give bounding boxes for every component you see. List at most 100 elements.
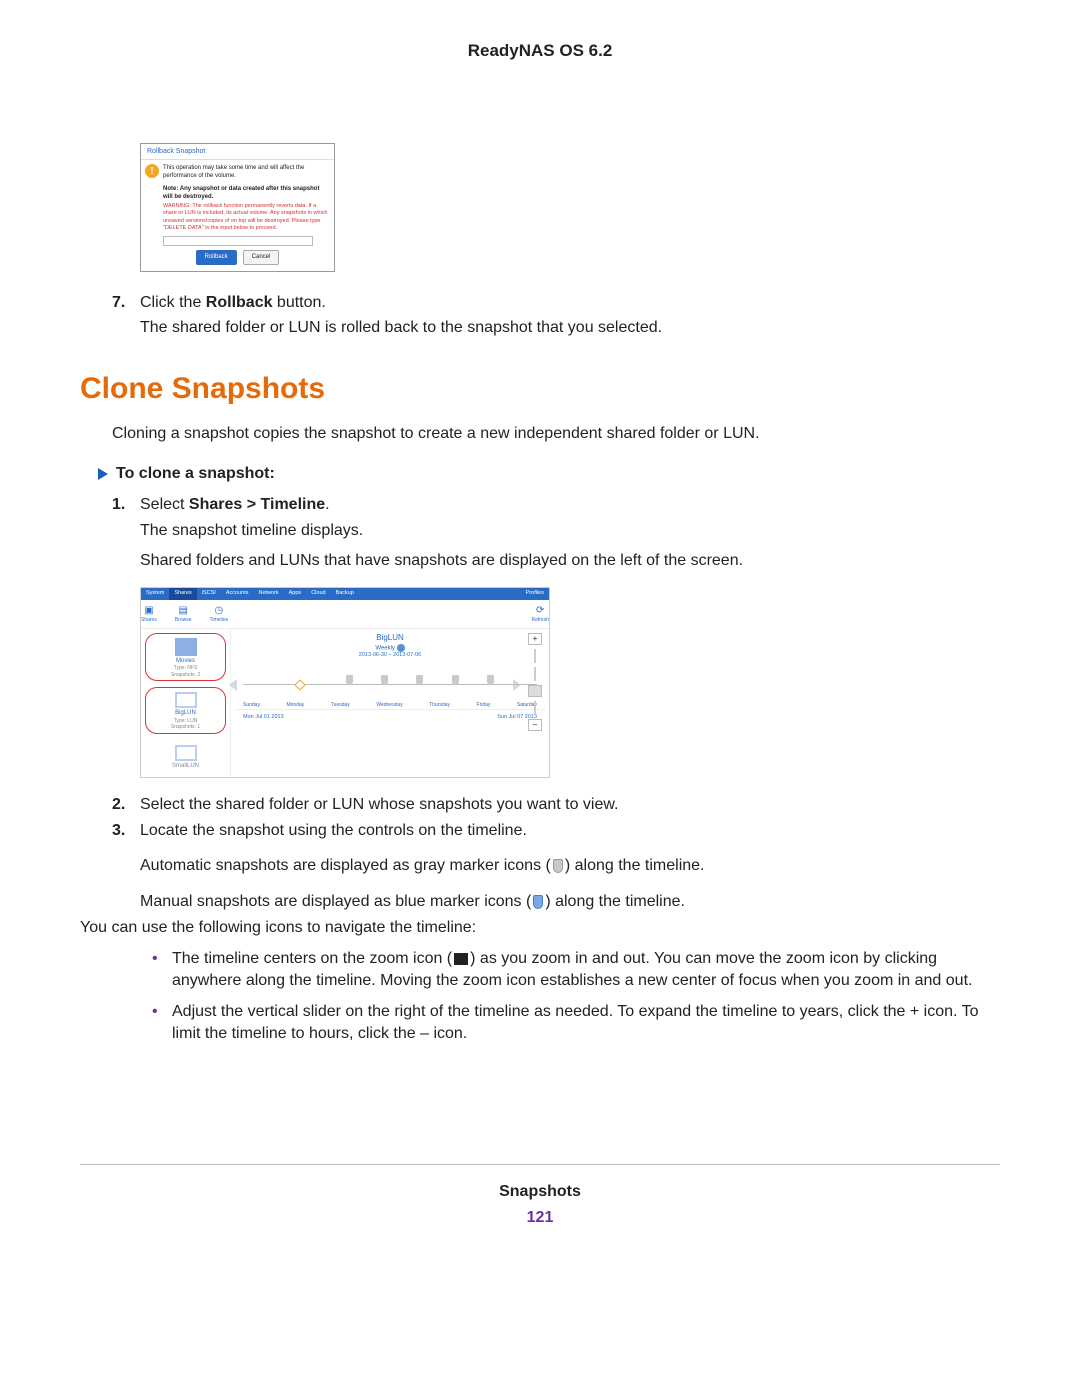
toolbar-refresh-label: Refresh (531, 617, 549, 623)
zoom-in-button[interactable]: + (528, 633, 542, 645)
tab-network[interactable]: Network (253, 588, 283, 599)
day-label: Thursday (429, 702, 450, 709)
triangle-bullet-icon (98, 468, 108, 480)
footer-title: Snapshots (80, 1181, 1000, 1203)
share-snap: Snapshots: 1 (148, 724, 223, 731)
timeline-subtitle: Weekly (235, 644, 545, 653)
lun-icon (175, 745, 197, 761)
section-intro: Cloning a snapshot copies the snapshot t… (112, 423, 1000, 445)
step-7-text-b: button. (272, 294, 325, 311)
zoom-box-icon (454, 953, 468, 965)
nav-intro: You can use the following icons to navig… (80, 917, 1000, 939)
snapshot-marker-icon[interactable] (416, 675, 423, 685)
timeline-range: 2013-06-30 – 2013-07-06 (235, 652, 545, 659)
snapshot-marker-icon[interactable] (346, 675, 353, 685)
dialog-line1: This operation may take some time and wi… (163, 164, 330, 180)
bullet-zoom-a: The timeline centers on the zoom icon ( (172, 950, 452, 967)
tab-backup[interactable]: Backup (331, 588, 359, 599)
step-1-number: 1. (112, 494, 125, 516)
share-item-movies[interactable]: Movies Type: NFS Snapshots: 2 (145, 633, 226, 682)
rollback-button[interactable]: Rollback (196, 250, 237, 264)
day-label: Sunday (243, 702, 260, 709)
day-label: Tuesday (331, 702, 350, 709)
share-item-smalllun[interactable]: SmallLUN (145, 740, 226, 773)
man-note-b: ) along the timeline. (545, 893, 685, 910)
nav-tabs: System Shares iSCSI Accounts Network App… (141, 588, 549, 599)
toolbar-shares-label: Shares (141, 617, 157, 623)
step-2: 2. Select the shared folder or LUN whose… (140, 794, 1000, 816)
day-label: Friday (477, 702, 491, 709)
auto-note-a: Automatic snapshots are displayed as gra… (140, 857, 551, 874)
slider-bar[interactable] (534, 701, 536, 715)
step-1-b: . (325, 496, 329, 513)
range-start: Mon Jul 01 2013 (243, 714, 284, 721)
tab-iscsi[interactable]: iSCSI (197, 588, 221, 599)
step-1-result2: Shared folders and LUNs that have snapsh… (140, 550, 1000, 572)
toolbar-refresh[interactable]: ⟳Refresh (531, 604, 549, 624)
slider-bar[interactable] (534, 667, 536, 681)
footer-rule (80, 1164, 1000, 1165)
toolbar: ▣Shares ▤Browse ◷Timeline ⟳Refresh (141, 600, 549, 629)
share-name: BigLUN (148, 709, 223, 717)
lun-icon (175, 692, 197, 708)
dot-icon (397, 644, 405, 652)
tab-cloud[interactable]: Cloud (306, 588, 330, 599)
browse-icon: ▤ (175, 604, 192, 618)
tab-apps[interactable]: Apps (284, 588, 307, 599)
folder-icon: ▣ (141, 604, 157, 618)
page-number: 121 (80, 1207, 1000, 1229)
step-2-text: Select the shared folder or LUN whose sn… (140, 796, 618, 813)
tab-accounts[interactable]: Accounts (221, 588, 254, 599)
toolbar-timeline[interactable]: ◷Timeline (210, 604, 229, 624)
tab-system[interactable]: System (141, 588, 169, 599)
share-type: Type: NFS (148, 665, 223, 672)
gray-marker-icon (553, 859, 563, 873)
step-7-text-a: Click the (140, 294, 206, 311)
toolbar-browse[interactable]: ▤Browse (175, 604, 192, 624)
timeline-main: BigLUN Weekly 2013-06-30 – 2013-07-06 + … (231, 629, 549, 777)
prev-arrow-icon[interactable] (229, 679, 237, 691)
snapshot-marker-icon[interactable] (381, 675, 388, 685)
auto-snapshot-note: Automatic snapshots are displayed as gra… (140, 855, 1000, 877)
day-label: Monday (286, 702, 304, 709)
step-1: 1. Select Shares > Timeline. The snapsho… (140, 494, 1000, 571)
toolbar-timeline-label: Timeline (210, 617, 229, 623)
step-7: 7. Click the Rollback button. The shared… (140, 292, 1000, 339)
bullet-slider: Adjust the vertical slider on the right … (172, 1001, 1000, 1044)
zoom-focus-icon[interactable] (294, 679, 305, 690)
dialog-title: Rollback Snapshot (141, 144, 334, 160)
share-snap: Snapshots: 2 (148, 672, 223, 679)
step-7-result: The shared folder or LUN is rolled back … (140, 317, 1000, 339)
share-icon (175, 638, 197, 656)
zoom-out-button[interactable]: – (528, 719, 542, 731)
cancel-button[interactable]: Cancel (243, 250, 280, 264)
day-labels: Sunday Monday Tuesday Wednesday Thursday… (243, 702, 537, 709)
share-list: Movies Type: NFS Snapshots: 2 BigLUN Typ… (141, 629, 231, 777)
step-3: 3. Locate the snapshot using the control… (140, 820, 1000, 842)
snapshot-marker-icon[interactable] (452, 675, 459, 685)
share-name: Movies (148, 657, 223, 665)
share-item-biglun[interactable]: BigLUN Type: LUN Snapshots: 1 (145, 687, 226, 734)
blue-marker-icon (533, 895, 543, 909)
page-header: ReadyNAS OS 6.2 (80, 40, 1000, 63)
step-7-bold: Rollback (206, 294, 273, 311)
step-1-a: Select (140, 496, 189, 513)
clock-icon: ◷ (210, 604, 229, 618)
tab-profiles[interactable]: Profiles (521, 588, 549, 599)
step-3-number: 3. (112, 820, 125, 842)
share-type: Type: LUN (148, 718, 223, 725)
toolbar-browse-label: Browse (175, 617, 192, 623)
toolbar-shares[interactable]: ▣Shares (141, 604, 157, 624)
timeline-title: BigLUN (235, 633, 545, 644)
dialog-note: Note: Any snapshot or data created after… (163, 185, 330, 201)
tab-shares[interactable]: Shares (169, 588, 196, 599)
confirm-input[interactable] (163, 236, 313, 246)
warning-icon: ! (145, 164, 159, 178)
bullet-zoom: The timeline centers on the zoom icon ()… (172, 948, 1000, 991)
step-2-number: 2. (112, 794, 125, 816)
auto-note-b: ) along the timeline. (565, 857, 705, 874)
step-3-text: Locate the snapshot using the controls o… (140, 822, 527, 839)
snapshot-marker-icon[interactable] (487, 675, 494, 685)
slider-bar[interactable] (534, 649, 536, 663)
timeline-track[interactable] (243, 684, 537, 696)
